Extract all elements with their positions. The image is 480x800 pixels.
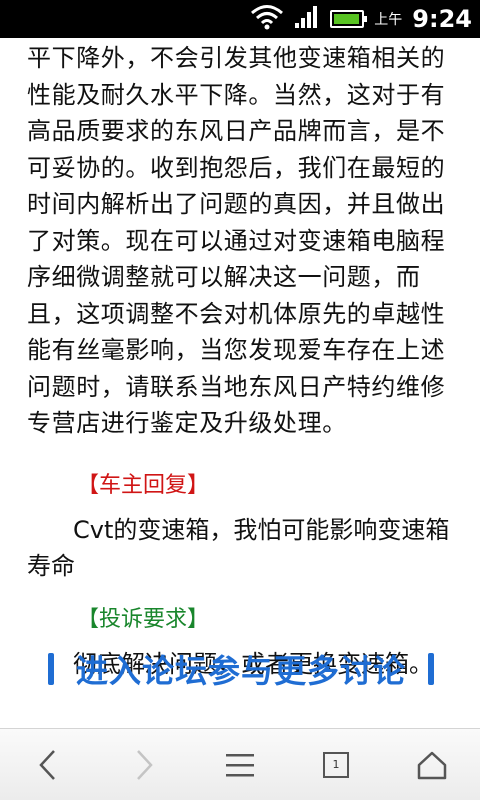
forward-icon	[137, 749, 153, 780]
menu-button[interactable]	[210, 735, 270, 795]
status-icons: 上午 9:24	[250, 0, 472, 38]
article-line: 能有丝毫影响，当您发现爱车存在上述	[27, 336, 446, 364]
article-line: 且，这项调整不会对机体原先的卓越性	[27, 299, 446, 328]
article-paragraph: 平下降外，不会引发其他变速箱相关的 性能及耐久水平下降。当然，这对于有 高品质要…	[27, 38, 470, 442]
article-line: 平下降外，不会引发其他变速箱相关的	[27, 44, 446, 72]
article-line: 序细微调整就可以解决这一问题，而	[27, 263, 421, 291]
banner-bar-right	[428, 653, 434, 685]
wifi-icon	[250, 4, 284, 34]
battery-level	[334, 14, 359, 24]
status-time: 9:24	[412, 5, 472, 33]
article-line: 高品质要求的东风日产品牌而言，是不	[27, 117, 446, 145]
status-bar: 上午 9:24	[0, 0, 480, 38]
signal-icon	[294, 5, 320, 33]
tabs-button[interactable]: 1	[306, 735, 366, 795]
article-line: 专营店进行鉴定及升级处理。	[27, 409, 347, 437]
home-icon	[417, 751, 447, 779]
back-icon	[39, 749, 55, 780]
article-line: 性能及耐久水平下降。当然，这对于有	[27, 80, 446, 109]
owner-reply-title: 【车主回复】	[77, 472, 210, 498]
article-content: 平下降外，不会引发其他变速箱相关的 性能及耐久水平下降。当然，这对于有 高品质要…	[0, 38, 480, 728]
forum-link-label: 进入论坛参与更多讨论	[75, 652, 406, 690]
article-line: 可妥协的。收到抱怨后，我们在最短的	[27, 153, 446, 182]
home-button[interactable]	[402, 735, 462, 795]
owner-reply-text: Cvt的变速箱，我怕可能影响变速箱寿命	[27, 515, 450, 580]
battery-icon	[330, 10, 368, 28]
article-line: 问题时，请联系当地东风日产特约维修	[27, 372, 446, 401]
back-button[interactable]	[18, 735, 78, 795]
forward-button[interactable]	[114, 735, 174, 795]
menu-icon	[226, 753, 254, 776]
status-ampm: 上午	[374, 12, 403, 28]
tab-count: 1	[332, 758, 340, 771]
forum-link[interactable]: 进入论坛参与更多讨论	[48, 648, 434, 690]
browser-nav-bar: 1	[0, 728, 480, 800]
tabs-icon: 1	[323, 751, 349, 778]
article-line: 了对策。现在可以通过对变速箱电脑程	[27, 226, 446, 255]
complaint-title: 【投诉要求】	[77, 606, 210, 632]
article-line: 时间内解析出了问题的真因，并且做出	[27, 190, 446, 218]
